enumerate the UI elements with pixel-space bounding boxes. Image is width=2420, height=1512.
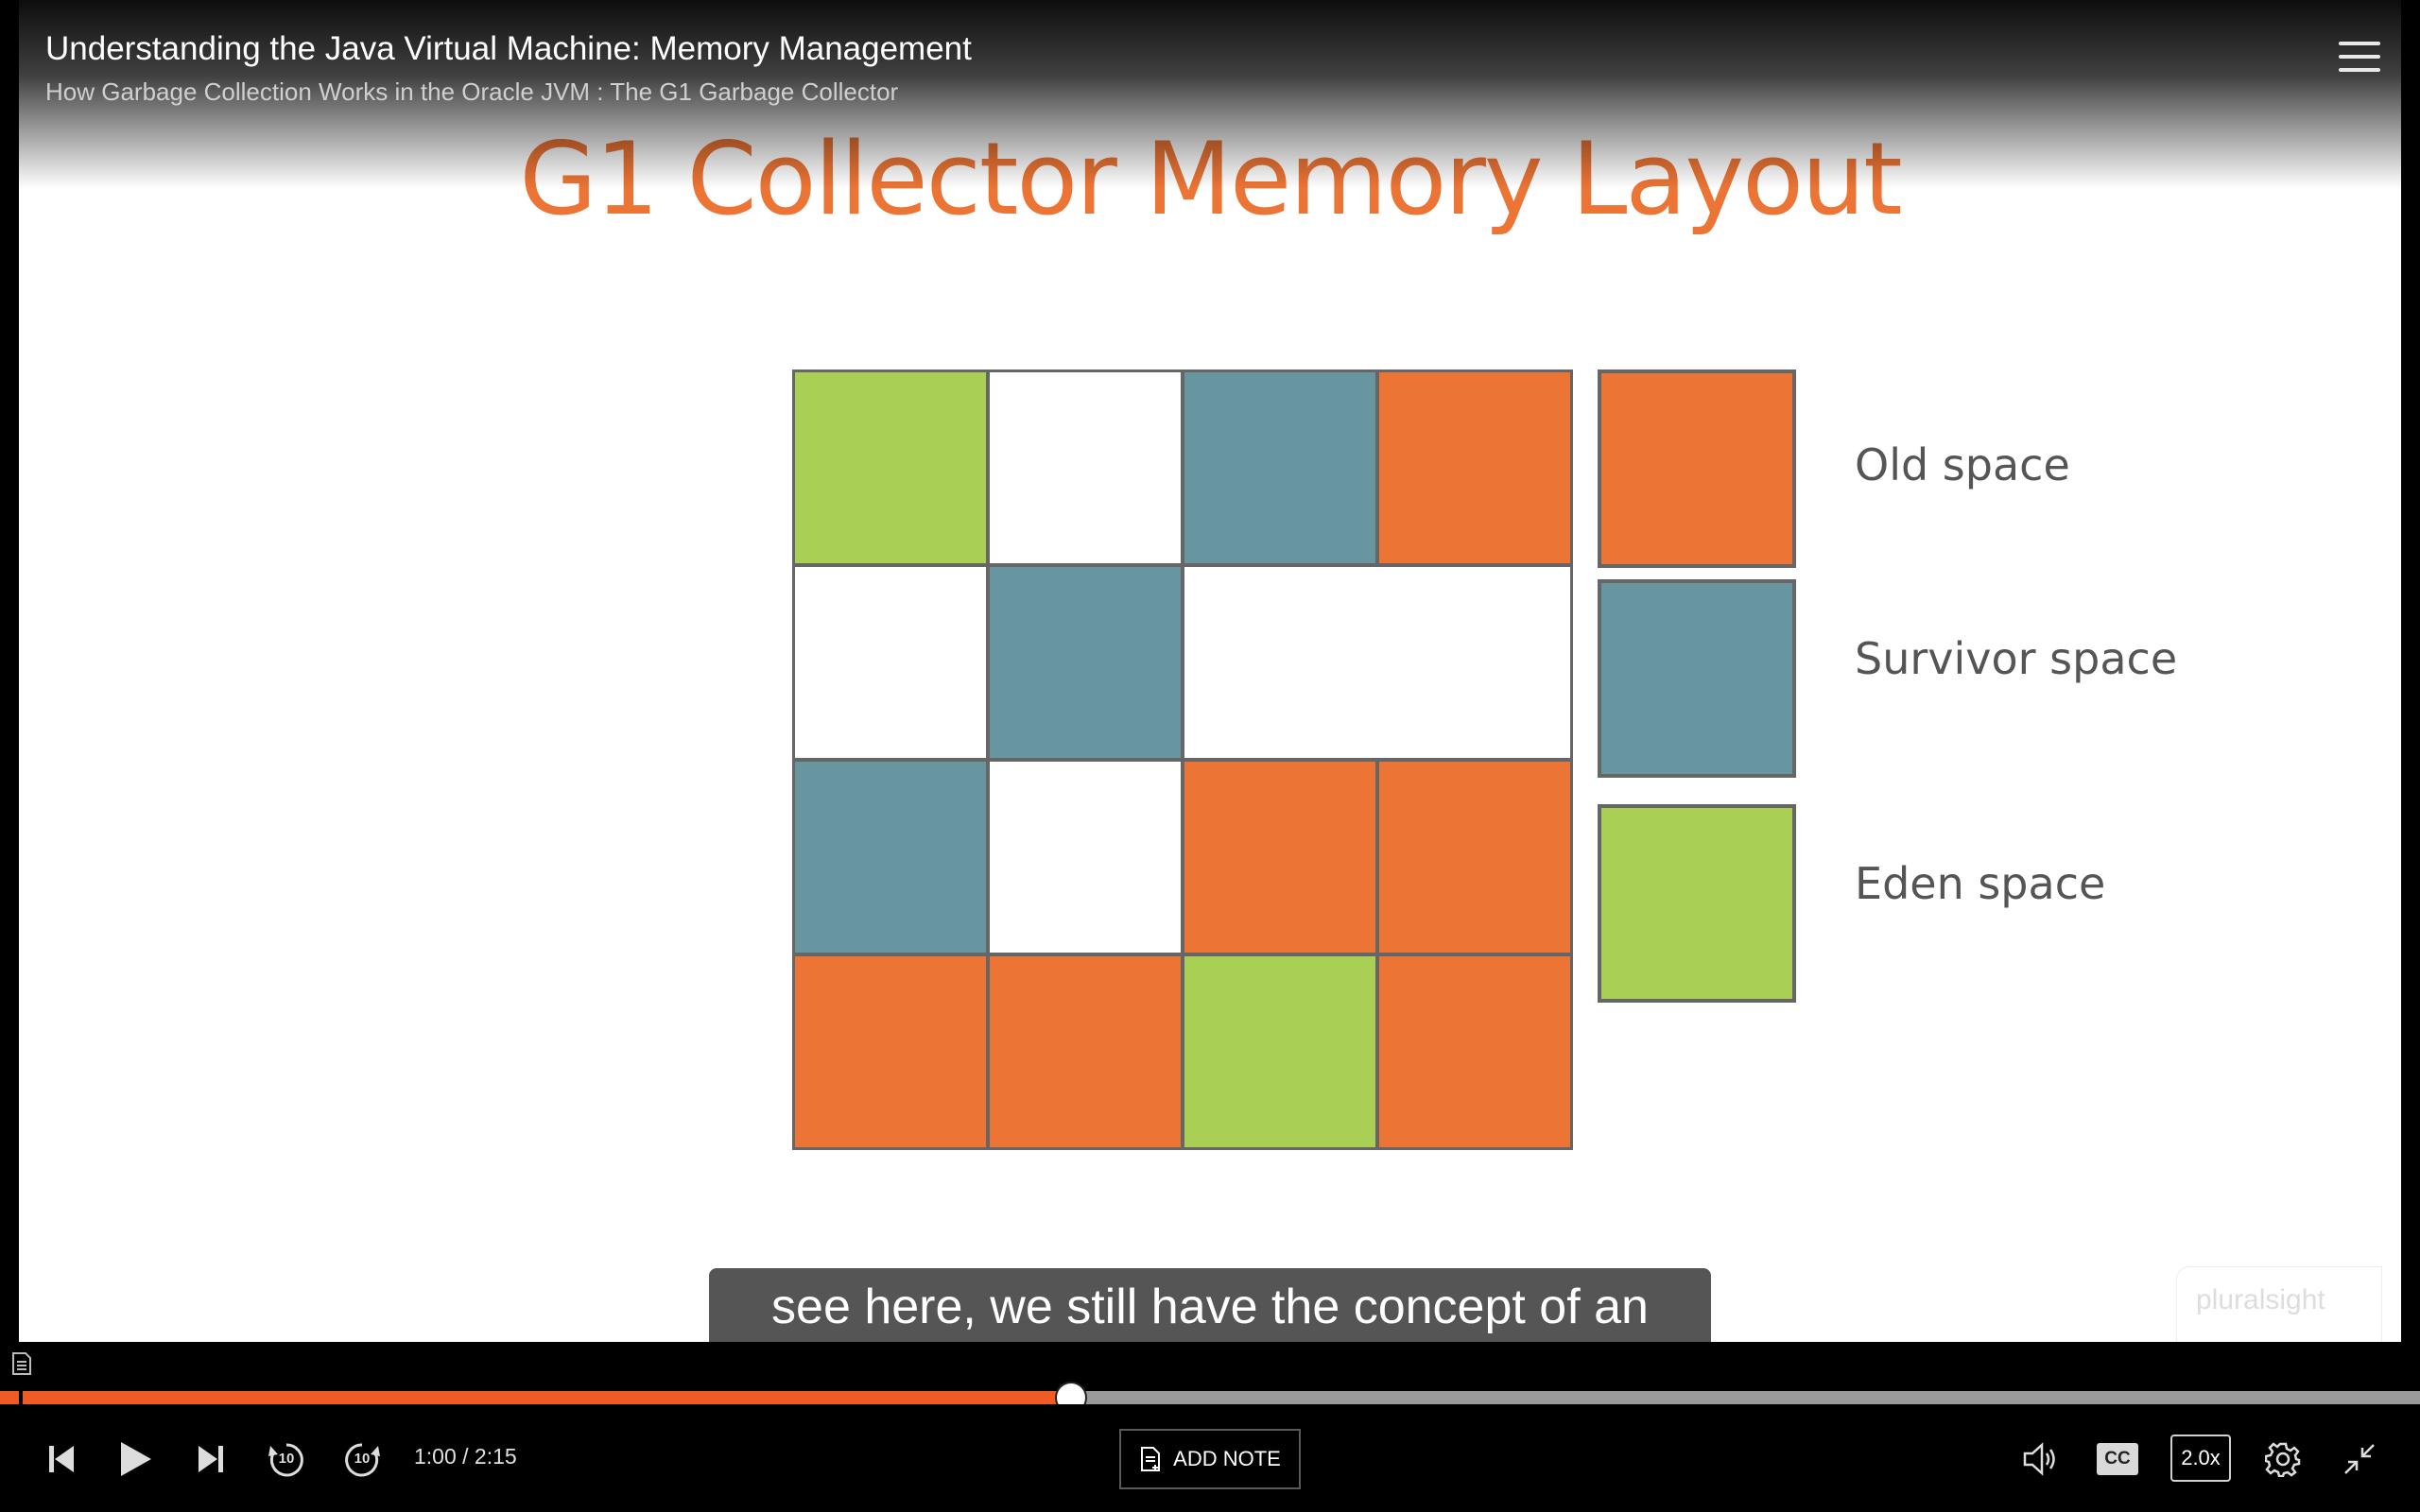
volume-icon[interactable] xyxy=(2023,1442,2059,1476)
chapter-marker xyxy=(19,1391,23,1404)
region-old xyxy=(1379,956,1570,1147)
settings-gear-icon[interactable] xyxy=(2265,1441,2301,1477)
legend-swatch-eden xyxy=(1598,804,1796,1003)
note-icon xyxy=(1141,1447,1161,1471)
region-survivor xyxy=(795,762,986,953)
module-title: How Garbage Collection Works in the Orac… xyxy=(45,77,899,106)
legend-label-old: Old space xyxy=(1855,439,2070,490)
forward-10-label: 10 xyxy=(354,1451,371,1467)
region-old xyxy=(990,956,1181,1147)
region-old xyxy=(795,956,986,1147)
playback-speed-button[interactable]: 2.0x xyxy=(2170,1435,2231,1482)
add-note-button[interactable]: ADD NOTE xyxy=(1119,1429,1301,1489)
exit-fullscreen-icon[interactable] xyxy=(2342,1442,2377,1476)
watermark-text: pluralsight xyxy=(2196,1284,2325,1315)
region-empty xyxy=(990,762,1181,953)
pluralsight-watermark: pluralsight xyxy=(2176,1266,2382,1342)
region-eden xyxy=(795,372,986,563)
legend-label-survivor: Survivor space xyxy=(1855,633,2178,684)
next-icon[interactable] xyxy=(197,1444,225,1474)
legend-swatch-survivor xyxy=(1598,579,1796,778)
forward-10-button[interactable]: 10 xyxy=(342,1440,382,1480)
previous-icon[interactable] xyxy=(47,1444,76,1474)
add-note-label: ADD NOTE xyxy=(1173,1447,1281,1470)
region-old xyxy=(1379,762,1570,953)
region-old xyxy=(1184,762,1375,953)
region-survivor xyxy=(990,567,1181,758)
region-old xyxy=(1379,372,1570,563)
region-eden xyxy=(1184,956,1375,1147)
transcript-icon[interactable] xyxy=(9,1351,34,1376)
hamburger-menu-icon[interactable] xyxy=(2339,42,2380,76)
slide: G1 Collector Memory Layout Old space Sur… xyxy=(19,0,2401,1342)
play-icon[interactable] xyxy=(117,1440,153,1478)
closed-captions-button[interactable]: CC xyxy=(2097,1443,2138,1475)
region-empty xyxy=(990,372,1181,563)
rewind-10-label: 10 xyxy=(278,1451,295,1467)
progress-fill xyxy=(0,1391,1071,1404)
region-empty xyxy=(1184,567,1570,758)
memory-region-grid xyxy=(792,369,1573,1150)
video-player-viewport[interactable]: G1 Collector Memory Layout Old space Sur… xyxy=(0,0,2420,1342)
legend-swatch-old xyxy=(1598,369,1796,568)
course-title: Understanding the Java Virtual Machine: … xyxy=(45,30,972,67)
title-overlay: Understanding the Java Virtual Machine: … xyxy=(0,0,2420,189)
legend-label-eden: Eden space xyxy=(1855,858,2106,909)
closed-caption: see here, we still have the concept of a… xyxy=(709,1268,1711,1342)
rewind-10-button[interactable]: 10 xyxy=(267,1440,306,1480)
time-display: 1:00 / 2:15 xyxy=(414,1444,517,1469)
region-empty xyxy=(795,567,986,758)
region-survivor xyxy=(1184,372,1375,563)
progress-bar[interactable] xyxy=(0,1382,2420,1414)
